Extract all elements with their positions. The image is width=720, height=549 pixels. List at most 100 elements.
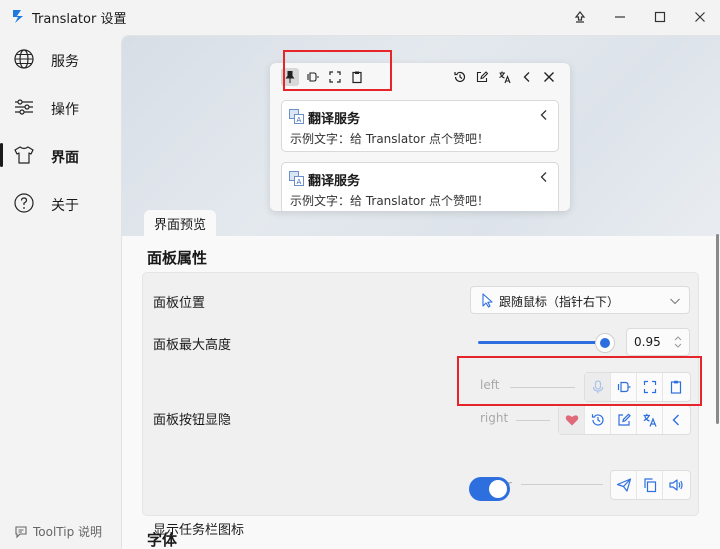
speak-icon xyxy=(307,72,319,82)
speak-icon xyxy=(617,381,630,393)
sidebar-item-interface[interactable]: 界面 xyxy=(0,133,121,177)
tshirt-icon xyxy=(14,146,34,164)
microphone-icon xyxy=(592,380,603,394)
content-scrollbar[interactable] xyxy=(716,234,719,424)
chevron-left-icon xyxy=(672,414,679,426)
translate-icon xyxy=(643,413,657,427)
minimize-button[interactable] xyxy=(600,0,640,34)
pin-top-icon xyxy=(574,11,586,23)
panel-buttons-label: 面板按钮显隐 xyxy=(153,413,232,428)
sidebar-item-label: 界面 xyxy=(51,150,79,166)
toggle-speak-button[interactable] xyxy=(611,373,637,401)
sliders-icon xyxy=(15,99,33,115)
translate-service-icon: A xyxy=(289,171,304,186)
preview-close-button[interactable] xyxy=(540,68,558,86)
sidebar-item-services[interactable]: 服务 xyxy=(0,37,121,81)
toggle-translate-button[interactable] xyxy=(637,406,663,434)
pin-top-button[interactable] xyxy=(560,0,600,34)
card-title: 翻译服务 xyxy=(308,112,361,127)
toggle-voice-button[interactable] xyxy=(585,373,611,401)
toggle-capture-button[interactable] xyxy=(637,373,663,401)
toggle-copy-button[interactable] xyxy=(637,471,663,499)
left-button-group xyxy=(584,372,691,402)
preview-capture-button[interactable] xyxy=(326,68,344,86)
svg-text:A: A xyxy=(297,178,302,186)
title-bar: Translator 设置 xyxy=(0,0,720,34)
tooltip-icon xyxy=(15,525,27,538)
chevron-left-icon[interactable] xyxy=(538,109,550,121)
toggle-collapse-button[interactable] xyxy=(663,406,689,434)
sidebar-item-actions[interactable]: 操作 xyxy=(0,85,121,129)
tooltip-help-label: ToolTip 说明 xyxy=(33,525,103,539)
toggle-like-button[interactable] xyxy=(559,406,585,434)
clipboard-icon xyxy=(352,71,362,84)
toggle-send-button[interactable] xyxy=(611,471,637,499)
maximize-button[interactable] xyxy=(640,0,680,34)
card-title: 翻译服务 xyxy=(308,174,361,189)
screenshot-frame-icon xyxy=(329,71,341,83)
group-right-label: right xyxy=(480,411,509,425)
group-right-line xyxy=(516,420,550,421)
copy-icon xyxy=(643,478,656,493)
card-text: 示例文字：给 Translator 点个赞吧！ xyxy=(290,194,490,208)
panel-max-height-slider-track[interactable] xyxy=(478,341,608,344)
panel-position-label: 面板位置 xyxy=(153,296,206,311)
svg-text:A: A xyxy=(297,116,302,124)
edit-icon xyxy=(476,71,489,83)
preview-clipboard-button[interactable] xyxy=(348,68,366,86)
preview-translate-button[interactable] xyxy=(496,68,514,86)
tooltip-help-link[interactable]: ToolTip 说明 xyxy=(14,523,102,540)
panel-max-height-input[interactable]: 0.95 xyxy=(626,328,690,356)
card-text: 示例文字：给 Translator 点个赞吧！ xyxy=(290,132,490,146)
panel-max-height-label: 面板最大高度 xyxy=(153,338,232,353)
sidebar-item-label: 操作 xyxy=(51,102,79,118)
chevron-left-icon[interactable] xyxy=(538,171,550,183)
globe-icon xyxy=(14,49,34,69)
panel-position-dropdown[interactable]: 跟随鼠标（指针右下） xyxy=(470,286,690,314)
right-button-group xyxy=(558,405,691,435)
toggle-clipboard-button[interactable] xyxy=(663,373,689,401)
preview-speak-button[interactable] xyxy=(304,68,322,86)
panel-max-height-slider-thumb[interactable] xyxy=(595,333,615,353)
sidebar-item-label: 关于 xyxy=(51,198,79,214)
screenshot-frame-icon xyxy=(643,380,656,394)
preview-panel: A 翻译服务 示例文字：给 Translator 点个赞吧！ A 翻译服务 示例… xyxy=(270,63,570,211)
toggle-sound-button[interactable] xyxy=(663,471,689,499)
panel-position-value: 跟随鼠标（指针右下） xyxy=(499,295,620,309)
toggle-history-button[interactable] xyxy=(585,406,611,434)
panel-properties-card: 面板位置 跟随鼠标（指针右下） 面板最大高度 0.95 面板按钮显隐 left xyxy=(142,272,699,538)
content-area: A 翻译服务 示例文字：给 Translator 点个赞吧！ A 翻译服务 示例… xyxy=(121,35,720,549)
spinner-arrows-icon[interactable] xyxy=(673,334,683,350)
chevron-left-icon xyxy=(523,72,530,82)
translate-service-icon: A xyxy=(289,109,304,124)
section-title-font: 字体 xyxy=(147,531,178,549)
speaker-icon xyxy=(669,479,683,491)
panel-max-height-value: 0.95 xyxy=(634,335,661,349)
sidebar: 服务 操作 界面 关于 xyxy=(0,34,121,549)
edit-icon xyxy=(617,413,631,426)
preview-tab[interactable]: 界面预览 xyxy=(144,210,216,237)
chevron-down-icon xyxy=(670,298,680,305)
preview-history-button[interactable] xyxy=(451,68,469,86)
close-icon xyxy=(544,72,554,82)
taskbar-icon-toggle[interactable] xyxy=(469,477,510,501)
sidebar-item-about[interactable]: 关于 xyxy=(0,181,121,225)
preview-edit-button[interactable] xyxy=(473,68,491,86)
close-button[interactable] xyxy=(680,0,720,34)
preview-card: A 翻译服务 示例文字：给 Translator 点个赞吧！ xyxy=(281,100,559,152)
preview-pin-button[interactable] xyxy=(281,68,299,86)
window-title: Translator 设置 xyxy=(32,12,127,27)
pin-icon xyxy=(285,71,295,83)
section-title-panel-props: 面板属性 xyxy=(147,249,208,267)
help-circle-icon xyxy=(14,193,34,213)
group-left-line xyxy=(510,387,575,388)
app-logo-icon xyxy=(13,10,23,23)
preview-card: A 翻译服务 示例文字：给 Translator 点个赞吧！ xyxy=(281,162,559,211)
group-left-label: left xyxy=(480,378,500,392)
minimize-icon xyxy=(615,16,625,18)
preview-collapse-button[interactable] xyxy=(518,68,536,86)
translate-icon xyxy=(499,71,511,84)
history-icon xyxy=(454,71,466,83)
maximize-icon xyxy=(654,11,666,23)
toggle-edit-button[interactable] xyxy=(611,406,637,434)
